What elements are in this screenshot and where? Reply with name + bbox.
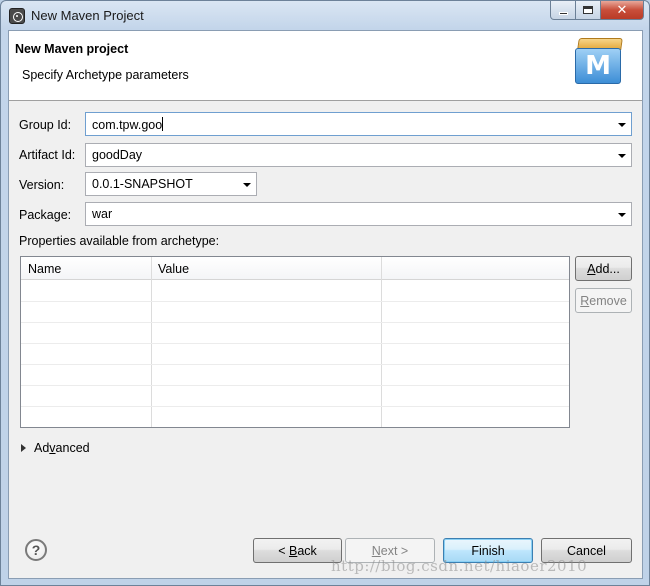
row-gridline: [21, 406, 569, 407]
package-value: war: [92, 207, 113, 221]
row-gridline: [21, 301, 569, 302]
column-divider: [151, 257, 152, 427]
expand-arrow-icon[interactable]: [21, 444, 26, 452]
column-header-name[interactable]: Name: [28, 262, 61, 276]
window-title: New Maven Project: [31, 8, 144, 23]
version-value: 0.0.1-SNAPSHOT: [92, 177, 193, 191]
row-gridline: [21, 322, 569, 323]
package-label: Package:: [19, 208, 72, 222]
column-header-value[interactable]: Value: [158, 262, 189, 276]
chevron-down-icon[interactable]: [618, 154, 626, 158]
window-controls: ✕: [550, 1, 644, 20]
add-property-button[interactable]: Add...: [575, 256, 632, 281]
wizard-description: Specify Archetype parameters: [22, 68, 189, 82]
advanced-section-toggle[interactable]: Advanced: [21, 441, 90, 455]
artifact-id-label: Artifact Id:: [19, 148, 76, 162]
wizard-title: New Maven project: [15, 42, 129, 56]
minimize-icon: [558, 11, 568, 15]
title-bar[interactable]: New Maven Project ✕: [1, 1, 649, 30]
eclipse-app-icon: [9, 8, 25, 24]
advanced-label: Advanced: [34, 441, 90, 455]
row-gridline: [21, 385, 569, 386]
close-icon: ✕: [616, 2, 628, 17]
table-header: Name Value: [21, 257, 569, 280]
watermark-text: http://blog.csdn.net/hiaoer2010: [331, 557, 588, 575]
dialog-body: New Maven project Specify Archetype para…: [8, 30, 643, 579]
back-button[interactable]: < Back: [253, 538, 342, 563]
maven-logo-icon: M: [575, 38, 625, 84]
close-button[interactable]: ✕: [601, 1, 644, 20]
artifact-id-value: goodDay: [92, 148, 143, 162]
maximize-icon: [583, 6, 593, 14]
maximize-button[interactable]: [576, 1, 601, 20]
chevron-down-icon[interactable]: [618, 213, 626, 217]
group-id-label: Group Id:: [19, 118, 72, 132]
row-gridline: [21, 343, 569, 344]
properties-label: Properties available from archetype:: [19, 234, 220, 248]
group-id-combo[interactable]: com.tpw.goo: [85, 112, 632, 136]
group-id-value: com.tpw.goo: [92, 117, 164, 132]
row-gridline: [21, 364, 569, 365]
text-caret: [162, 117, 164, 131]
artifact-id-combo[interactable]: goodDay: [85, 143, 632, 167]
chevron-down-icon[interactable]: [618, 123, 626, 127]
help-icon[interactable]: ?: [25, 539, 47, 561]
properties-table[interactable]: Name Value: [20, 256, 570, 428]
column-divider: [381, 257, 382, 427]
minimize-button[interactable]: [550, 1, 576, 20]
maven-logo-box: M: [575, 48, 621, 84]
package-combo[interactable]: war: [85, 202, 632, 226]
remove-property-button[interactable]: Remove: [575, 288, 632, 313]
chevron-down-icon[interactable]: [243, 183, 251, 187]
dialog-window: New Maven Project ✕ New Maven project Sp…: [0, 0, 650, 586]
wizard-banner: New Maven project Specify Archetype para…: [9, 31, 642, 101]
version-label: Version:: [19, 178, 65, 192]
version-combo[interactable]: 0.0.1-SNAPSHOT: [85, 172, 257, 196]
